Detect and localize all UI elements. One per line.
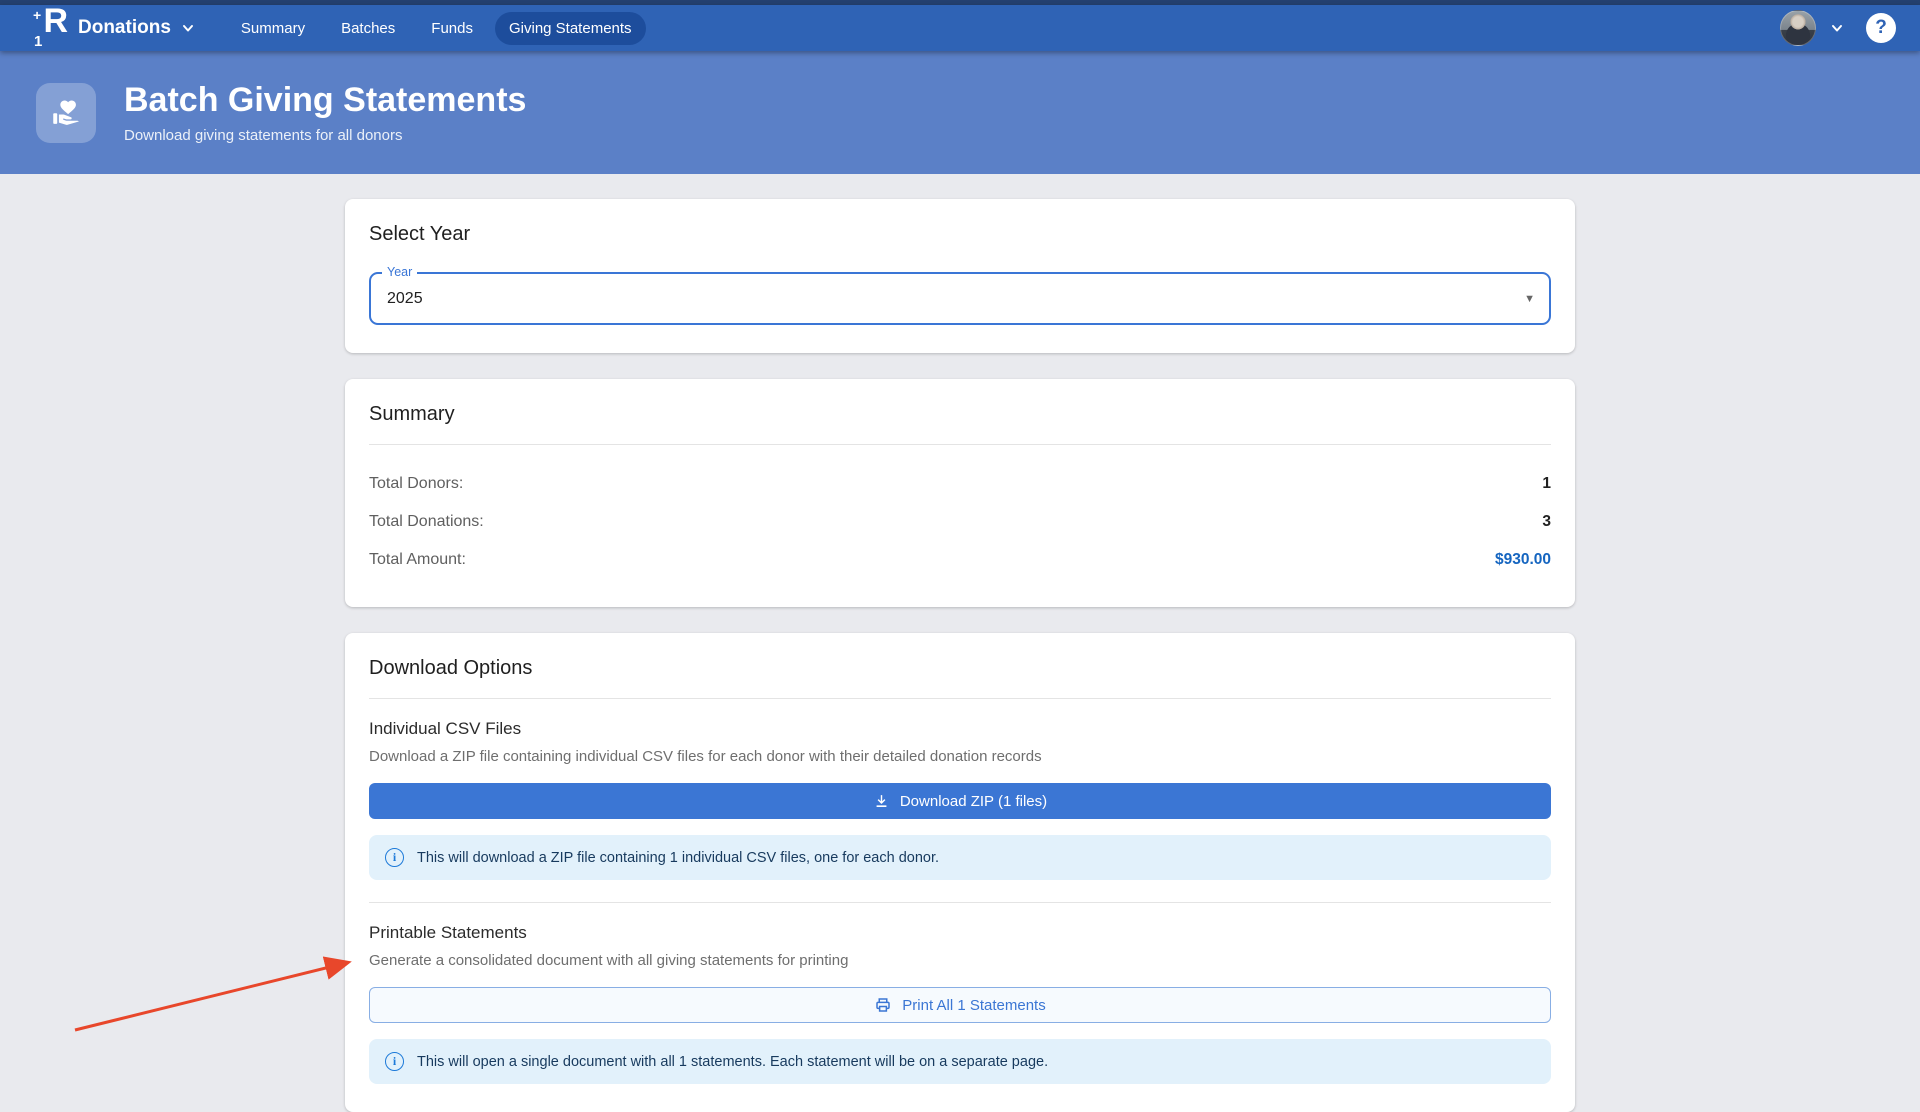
csv-section-title: Individual CSV Files xyxy=(369,719,1551,739)
logo-one-glyph: 1 xyxy=(34,34,42,49)
summary-row-total-donations: Total Donations: 3 xyxy=(369,503,1551,541)
summary-row-label: Total Donations: xyxy=(369,513,484,531)
navbar-right: ? xyxy=(1780,10,1896,46)
page-title: Batch Giving Statements xyxy=(124,81,526,120)
download-zip-button-label: Download ZIP (1 files) xyxy=(900,793,1047,810)
user-avatar[interactable] xyxy=(1780,10,1816,46)
download-zip-button[interactable]: Download ZIP (1 files) xyxy=(369,783,1551,819)
divider xyxy=(369,698,1551,699)
csv-info-text: This will download a ZIP file containing… xyxy=(417,850,939,866)
year-select-value: 2025 xyxy=(371,290,423,308)
summary-row-value-amount: $930.00 xyxy=(1495,551,1551,569)
summary-row-label: Total Amount: xyxy=(369,551,466,569)
csv-info-box: i This will download a ZIP file containi… xyxy=(369,835,1551,880)
download-options-title: Download Options xyxy=(369,657,1551,680)
nav-item-batches[interactable]: Batches xyxy=(327,12,409,45)
csv-section-description: Download a ZIP file containing individua… xyxy=(369,748,1551,765)
nav-item-funds[interactable]: Funds xyxy=(417,12,487,45)
nav-links: Summary Batches Funds Giving Statements xyxy=(227,12,646,45)
select-year-title: Select Year xyxy=(369,223,1551,246)
app-logo-icon[interactable]: + R 1 xyxy=(30,10,66,46)
summary-row-total-amount: Total Amount: $930.00 xyxy=(369,541,1551,579)
nav-item-summary[interactable]: Summary xyxy=(227,12,319,45)
nav-item-giving-statements[interactable]: Giving Statements xyxy=(495,12,646,45)
select-caret-icon[interactable]: ▼ xyxy=(1524,293,1535,305)
print-section-title: Printable Statements xyxy=(369,923,1551,943)
select-year-card: Select Year Year 2025 ▼ xyxy=(345,199,1575,353)
page-header: Batch Giving Statements Download giving … xyxy=(0,51,1920,174)
summary-row-label: Total Donors: xyxy=(369,475,463,493)
logo-cross-glyph: + xyxy=(33,8,41,22)
info-icon: i xyxy=(385,848,404,867)
divider xyxy=(369,902,1551,903)
summary-row-value: 1 xyxy=(1542,475,1551,493)
print-info-text: This will open a single document with al… xyxy=(417,1054,1048,1070)
help-icon[interactable]: ? xyxy=(1866,13,1896,43)
year-select[interactable]: Year 2025 ▼ xyxy=(369,272,1551,325)
summary-title: Summary xyxy=(369,403,1551,426)
year-select-label: Year xyxy=(382,265,417,279)
giving-hand-heart-icon xyxy=(36,83,96,143)
download-options-card: Download Options Individual CSV Files Do… xyxy=(345,633,1575,1112)
printer-icon xyxy=(874,996,892,1014)
summary-row-value: 3 xyxy=(1542,513,1551,531)
print-section-description: Generate a consolidated document with al… xyxy=(369,952,1551,969)
page-header-text: Batch Giving Statements Download giving … xyxy=(124,81,526,143)
summary-card: Summary Total Donors: 1 Total Donations:… xyxy=(345,379,1575,607)
logo-r-glyph: R xyxy=(43,4,67,38)
divider xyxy=(369,444,1551,445)
summary-row-total-donors: Total Donors: 1 xyxy=(369,465,1551,503)
navbar: + R 1 Donations Summary Batches Funds Gi… xyxy=(0,5,1920,51)
print-info-box: i This will open a single document with … xyxy=(369,1039,1551,1084)
download-icon xyxy=(873,793,890,810)
print-all-statements-button-label: Print All 1 Statements xyxy=(902,997,1045,1014)
main-content: Select Year Year 2025 ▼ Summary Total Do… xyxy=(345,174,1575,1112)
app-switcher-label[interactable]: Donations xyxy=(78,17,171,39)
print-all-statements-button[interactable]: Print All 1 Statements xyxy=(369,987,1551,1023)
info-icon: i xyxy=(385,1052,404,1071)
page-subtitle: Download giving statements for all donor… xyxy=(124,127,526,144)
account-chevron-down-icon[interactable] xyxy=(1826,17,1848,39)
chevron-down-icon[interactable] xyxy=(177,17,199,39)
